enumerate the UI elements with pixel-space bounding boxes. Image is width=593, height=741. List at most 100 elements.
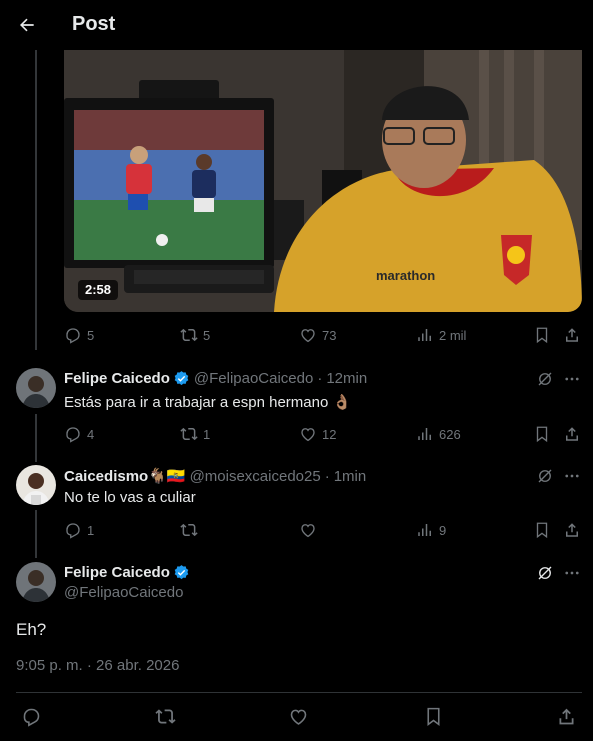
arrow-left-icon — [20, 18, 34, 32]
reply-text: No te lo vas a culiar — [64, 489, 196, 506]
reply-icon — [66, 328, 80, 344]
heart-icon — [301, 329, 315, 343]
post-timestamp[interactable]: 9:05 p. m. · 26 abr. 2026 — [16, 657, 179, 674]
post-time[interactable]: 1min — [334, 468, 367, 485]
top-bar: Post — [0, 0, 593, 50]
user-handle[interactable]: @FelipaoCaicedo — [194, 370, 313, 387]
repost-icon — [180, 427, 198, 441]
heart-icon — [301, 428, 315, 442]
reply-count: 5 — [87, 327, 95, 343]
repost-icon — [155, 709, 176, 724]
bookmark-button[interactable] — [533, 326, 551, 344]
user-handle[interactable]: @moisexcaicedo25 — [190, 468, 321, 485]
share-button[interactable] — [563, 326, 581, 344]
separator-dot: · — [317, 370, 323, 387]
like-button[interactable]: 12 — [299, 425, 336, 443]
repost-button[interactable]: 1 — [180, 425, 210, 443]
more-options-icon[interactable] — [563, 370, 581, 388]
verified-badge-icon — [174, 371, 189, 386]
reply-count: 4 — [87, 426, 95, 442]
more-options-icon[interactable] — [563, 564, 581, 582]
like-count: 73 — [322, 327, 337, 343]
reply-button[interactable] — [21, 706, 42, 727]
focused-post-header: Felipe Caicedo — [64, 564, 190, 581]
display-name[interactable]: Felipe Caicedo — [64, 564, 170, 581]
avatar[interactable] — [16, 562, 56, 602]
share-button[interactable] — [563, 521, 581, 539]
reply-count: 1 — [87, 522, 95, 538]
page-title: Post — [72, 13, 116, 35]
grok-icon[interactable] — [536, 467, 554, 485]
reply-button[interactable]: 4 — [64, 425, 94, 443]
display-name[interactable]: Felipe Caicedo — [64, 370, 170, 387]
thread-line — [35, 50, 37, 350]
bookmark-icon — [536, 327, 548, 344]
share-icon — [559, 708, 574, 725]
reply-icon — [23, 708, 40, 727]
reply-button[interactable]: 1 — [64, 521, 94, 539]
reply-icon — [66, 523, 80, 539]
post-time[interactable]: 12min — [326, 370, 367, 387]
bookmark-button[interactable] — [533, 521, 551, 539]
share-button[interactable] — [563, 425, 581, 443]
like-button[interactable]: 73 — [299, 326, 336, 344]
views-icon — [418, 329, 431, 341]
repost-button[interactable] — [155, 706, 176, 727]
more-options-icon[interactable] — [563, 467, 581, 485]
reply-header: Caicedismo🐐🇪🇨 @moisexcaicedo25 · 1min — [64, 467, 367, 486]
views-icon — [418, 524, 431, 536]
post-text: Eh? — [16, 620, 47, 639]
like-button[interactable] — [288, 706, 309, 727]
views-button[interactable]: 9 — [416, 521, 446, 539]
reply-icon — [66, 427, 80, 443]
thread-line — [35, 414, 37, 462]
avatar-image — [16, 562, 56, 602]
repost-button[interactable]: 5 — [180, 326, 210, 344]
bookmark-icon — [536, 426, 548, 443]
repost-button[interactable] — [180, 521, 198, 539]
video-frame: marathon — [64, 50, 582, 312]
avatar[interactable] — [16, 465, 56, 505]
repost-count: 1 — [203, 426, 211, 442]
grok-icon[interactable] — [536, 370, 554, 388]
share-icon — [566, 523, 578, 537]
focused-post-handle-row: @FelipaoCaicedo — [64, 584, 183, 601]
thread-line — [35, 510, 37, 558]
repost-count: 5 — [203, 327, 211, 343]
views-count: 626 — [439, 426, 461, 442]
bookmark-button[interactable] — [423, 706, 444, 727]
like-count: 12 — [322, 426, 337, 442]
bookmark-icon — [536, 522, 548, 539]
share-button[interactable] — [556, 706, 577, 727]
avatar-image — [16, 465, 56, 505]
views-button[interactable]: 2 mil — [416, 326, 466, 344]
display-name[interactable]: Caicedismo🐐🇪🇨 — [64, 467, 186, 485]
like-button[interactable] — [299, 521, 317, 539]
views-count: 2 mil — [439, 327, 467, 343]
separator-dot: · — [324, 467, 330, 485]
heart-icon — [290, 709, 307, 725]
views-count: 9 — [439, 522, 447, 538]
divider — [16, 692, 582, 693]
reply-text: Estás para ir a trabajar a espn hermano … — [64, 394, 352, 411]
avatar[interactable] — [16, 368, 56, 408]
repost-icon — [180, 328, 198, 342]
reply-button[interactable]: 5 — [64, 326, 94, 344]
views-icon — [418, 428, 431, 440]
grok-icon[interactable] — [536, 564, 554, 582]
bookmark-button[interactable] — [533, 425, 551, 443]
user-handle[interactable]: @FelipaoCaicedo — [64, 584, 183, 601]
reply-header: Felipe Caicedo @FelipaoCaicedo · 12min — [64, 370, 367, 387]
bookmark-icon — [427, 707, 440, 726]
jersey-brand-text: marathon — [376, 268, 435, 283]
views-button[interactable]: 626 — [416, 425, 461, 443]
back-button[interactable] — [14, 12, 40, 38]
video-player[interactable]: marathon — [64, 50, 582, 312]
avatar-image — [16, 368, 56, 408]
video-duration: 2:58 — [78, 280, 119, 300]
heart-icon — [301, 524, 315, 538]
share-icon — [566, 427, 578, 441]
share-icon — [566, 328, 578, 342]
verified-badge-icon — [174, 565, 189, 580]
repost-icon — [180, 523, 198, 537]
